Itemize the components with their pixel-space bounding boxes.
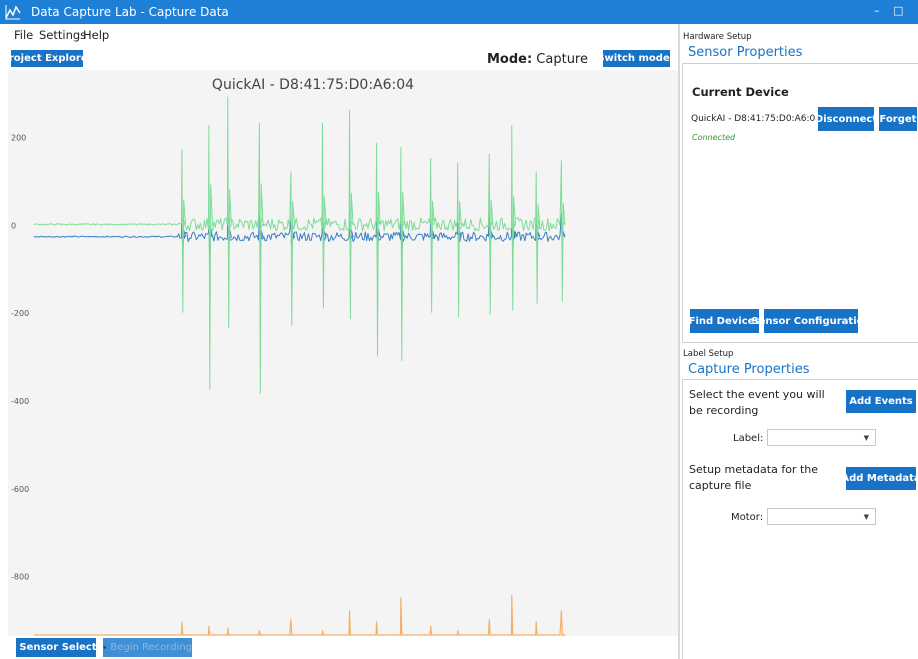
- add-events-button[interactable]: Add Events: [846, 390, 916, 413]
- app-logo-icon: [5, 5, 21, 20]
- series-line-green: [33, 96, 566, 394]
- motor-dropdown[interactable]: ▼: [767, 508, 876, 525]
- y-tick-label: 0: [11, 221, 16, 230]
- menu-bar: File Settings Help: [0, 24, 678, 46]
- chevron-down-icon: ▼: [863, 434, 869, 442]
- sensor-configuration-button[interactable]: Sensor Configuration: [751, 309, 871, 333]
- sensor-select-label: Sensor Select: [19, 642, 97, 653]
- divider: [682, 342, 918, 343]
- motor-field-label: Motor:: [731, 512, 764, 523]
- mode-indicator: Mode: Capture: [487, 52, 588, 68]
- title-bar: Data Capture Lab - Capture Data – □: [0, 0, 918, 24]
- y-tick-label: -200: [11, 309, 29, 318]
- menu-file[interactable]: File: [14, 28, 33, 42]
- disconnect-button[interactable]: Disconnect: [815, 107, 877, 131]
- metadata-prompt: Setup metadata for the capture file: [689, 463, 818, 492]
- forget-button[interactable]: Forget: [879, 107, 917, 131]
- connection-status: Connected: [692, 133, 736, 142]
- menu-file-label: File: [14, 28, 34, 42]
- mode-value: Capture: [536, 52, 588, 67]
- minimize-button[interactable]: –: [874, 3, 880, 19]
- y-tick-label: -400: [11, 397, 29, 406]
- hardware-setup-section-label: Hardware Setup: [683, 32, 752, 42]
- series-line-blue: [33, 206, 566, 269]
- maximize-button[interactable]: □: [893, 3, 903, 19]
- window-title: Data Capture Lab - Capture Data: [31, 5, 229, 19]
- menu-help[interactable]: Help: [83, 28, 109, 42]
- sensor-properties-heading: Sensor Properties: [688, 45, 803, 60]
- add-metadata-button[interactable]: Add Metadata: [841, 467, 918, 490]
- chevron-down-icon: ▼: [863, 513, 869, 521]
- sensor-properties-panel: [682, 64, 918, 342]
- sensor-select-button[interactable]: Sensor Select: [16, 638, 97, 657]
- sensor-chart[interactable]: QuickAI - D8:41:75:D0:A6:04 200 0 -200 -400 -…: [8, 70, 678, 636]
- event-prompt: Select the event you will be recording: [689, 388, 825, 417]
- panel-divider[interactable]: [678, 24, 680, 659]
- switch-modes-button[interactable]: Switch modes: [597, 50, 676, 67]
- label-dropdown[interactable]: ▼: [767, 429, 876, 446]
- y-tick-label: 200: [11, 134, 26, 143]
- chart-title: QuickAI - D8:41:75:D0:A6:04: [212, 77, 414, 93]
- mode-label: Mode:: [486, 52, 533, 67]
- begin-recording-label: Begin Recording: [110, 642, 192, 653]
- footer-bar: Sensor Select Begin Recording: [0, 636, 678, 659]
- y-tick-label: -600: [11, 485, 29, 494]
- current-device-label: Current Device: [692, 85, 789, 99]
- menu-help-label: Help: [83, 28, 110, 42]
- find-devices-button[interactable]: Find Devices: [689, 309, 760, 333]
- device-name: QuickAI - D8:41:75:D0:A6:04: [691, 114, 821, 124]
- label-field-label: Label:: [733, 433, 764, 444]
- series-line-orange: [34, 594, 566, 636]
- begin-recording-button[interactable]: Begin Recording: [103, 638, 192, 657]
- chart-canvas: QuickAI - D8:41:75:D0:A6:04 200 0 -200 -400 -…: [11, 77, 566, 636]
- label-setup-section-label: Label Setup: [683, 349, 734, 359]
- record-icon: [103, 645, 107, 650]
- project-explorer-button[interactable]: Project Explorer: [2, 50, 92, 67]
- menu-settings[interactable]: Settings: [39, 28, 86, 42]
- y-tick-label: -800: [11, 573, 29, 582]
- capture-properties-heading: Capture Properties: [688, 362, 810, 377]
- menu-settings-label: Settings: [39, 28, 87, 42]
